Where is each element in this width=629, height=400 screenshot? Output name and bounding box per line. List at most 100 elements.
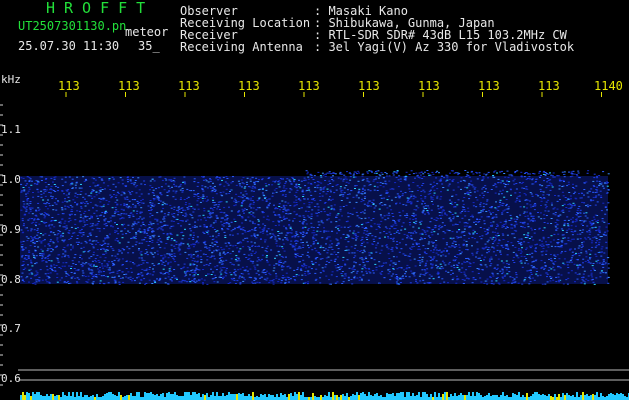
noise-speck <box>546 222 549 224</box>
noise-speck <box>345 178 348 180</box>
noise-speck <box>214 244 217 246</box>
noise-speck <box>319 193 321 195</box>
noise-speck <box>590 274 593 276</box>
noise-speck <box>492 221 495 223</box>
noise-speck <box>128 232 131 233</box>
noise-speck <box>207 233 210 235</box>
noise-speck <box>361 187 364 189</box>
noise-speck <box>214 221 217 223</box>
noise-speck <box>209 180 212 182</box>
noise-speck <box>31 253 34 255</box>
noise-speck <box>457 174 460 176</box>
noise-speck <box>342 281 345 283</box>
noise-speck <box>261 212 264 214</box>
noise-speck <box>197 182 200 184</box>
noise-speck <box>133 263 136 265</box>
noise-speck <box>215 269 218 271</box>
noise-speck <box>304 226 307 228</box>
noise-speck <box>69 184 72 186</box>
noise-speck <box>529 220 532 222</box>
noise-speck <box>367 221 370 223</box>
noise-speck <box>200 261 203 263</box>
noise-speck <box>22 231 25 233</box>
noise-speck <box>494 192 497 194</box>
noise-speck <box>314 258 317 260</box>
noise-speck <box>49 189 52 191</box>
noise-speck <box>70 209 73 211</box>
noise-speck <box>239 268 242 270</box>
noise-speck <box>163 203 166 205</box>
noise-speck <box>125 206 128 208</box>
noise-speck <box>465 258 468 259</box>
noise-speck <box>103 228 106 230</box>
noise-speck <box>333 209 336 211</box>
noise-speck <box>226 178 229 179</box>
noise-speck <box>529 275 531 277</box>
noise-speck <box>82 246 85 248</box>
noise-speck <box>518 199 521 201</box>
noise-speck <box>441 222 444 224</box>
noise-speck <box>172 220 175 222</box>
noise-speck <box>468 219 471 221</box>
noise-speck <box>151 178 154 180</box>
noise-speck <box>218 204 220 206</box>
noise-speck <box>238 275 241 277</box>
noise-speck <box>523 227 526 229</box>
noise-speck <box>193 260 196 262</box>
noise-speck <box>202 283 205 285</box>
noise-speck <box>224 242 227 244</box>
noise-speck <box>277 235 280 237</box>
noise-speck <box>415 172 418 174</box>
noise-speck <box>344 264 347 266</box>
noise-speck <box>520 238 523 240</box>
noise-speck <box>105 210 107 212</box>
noise-speck <box>579 209 582 211</box>
noise-speck <box>472 277 475 278</box>
noise-speck <box>68 239 71 240</box>
noise-speck <box>552 239 555 241</box>
noise-speck <box>599 276 602 278</box>
noise-speck <box>535 268 538 270</box>
noise-speck <box>341 271 344 272</box>
noise-speck <box>497 178 500 180</box>
noise-speck <box>107 185 110 187</box>
noise-speck <box>418 221 421 223</box>
noise-speck <box>372 218 375 219</box>
noise-speck <box>286 266 289 268</box>
noise-speck <box>523 206 526 208</box>
noise-speck <box>335 216 338 218</box>
noise-speck <box>150 223 153 225</box>
noise-speck <box>520 225 523 227</box>
noise-speck <box>143 269 146 271</box>
noise-speck <box>496 273 499 275</box>
noise-speck <box>503 280 506 282</box>
noise-speck <box>226 217 229 219</box>
noise-speck <box>592 267 595 269</box>
noise-speck <box>476 219 479 220</box>
noise-speck <box>594 236 597 238</box>
noise-speck <box>64 198 66 200</box>
noise-speck <box>24 227 27 229</box>
noise-speck <box>83 203 86 204</box>
noise-speck <box>188 205 191 207</box>
noise-speck <box>381 217 384 219</box>
noise-speck <box>120 213 123 215</box>
noise-speck <box>347 279 350 281</box>
noise-speck <box>236 260 239 262</box>
noise-speck <box>456 224 459 225</box>
noise-speck <box>499 171 502 173</box>
noise-speck <box>50 264 53 266</box>
noise-speck <box>281 246 284 248</box>
noise-speck <box>186 271 189 272</box>
noise-speck <box>326 214 329 216</box>
noise-speck <box>242 239 245 241</box>
noise-speck <box>192 246 195 248</box>
noise-speck <box>547 179 550 181</box>
noise-speck <box>421 203 423 205</box>
noise-speck <box>205 180 208 182</box>
noise-speck <box>104 188 106 190</box>
noise-speck <box>119 177 122 179</box>
noise-speck <box>385 245 388 247</box>
noise-speck <box>274 238 277 240</box>
noise-speck <box>230 278 233 279</box>
